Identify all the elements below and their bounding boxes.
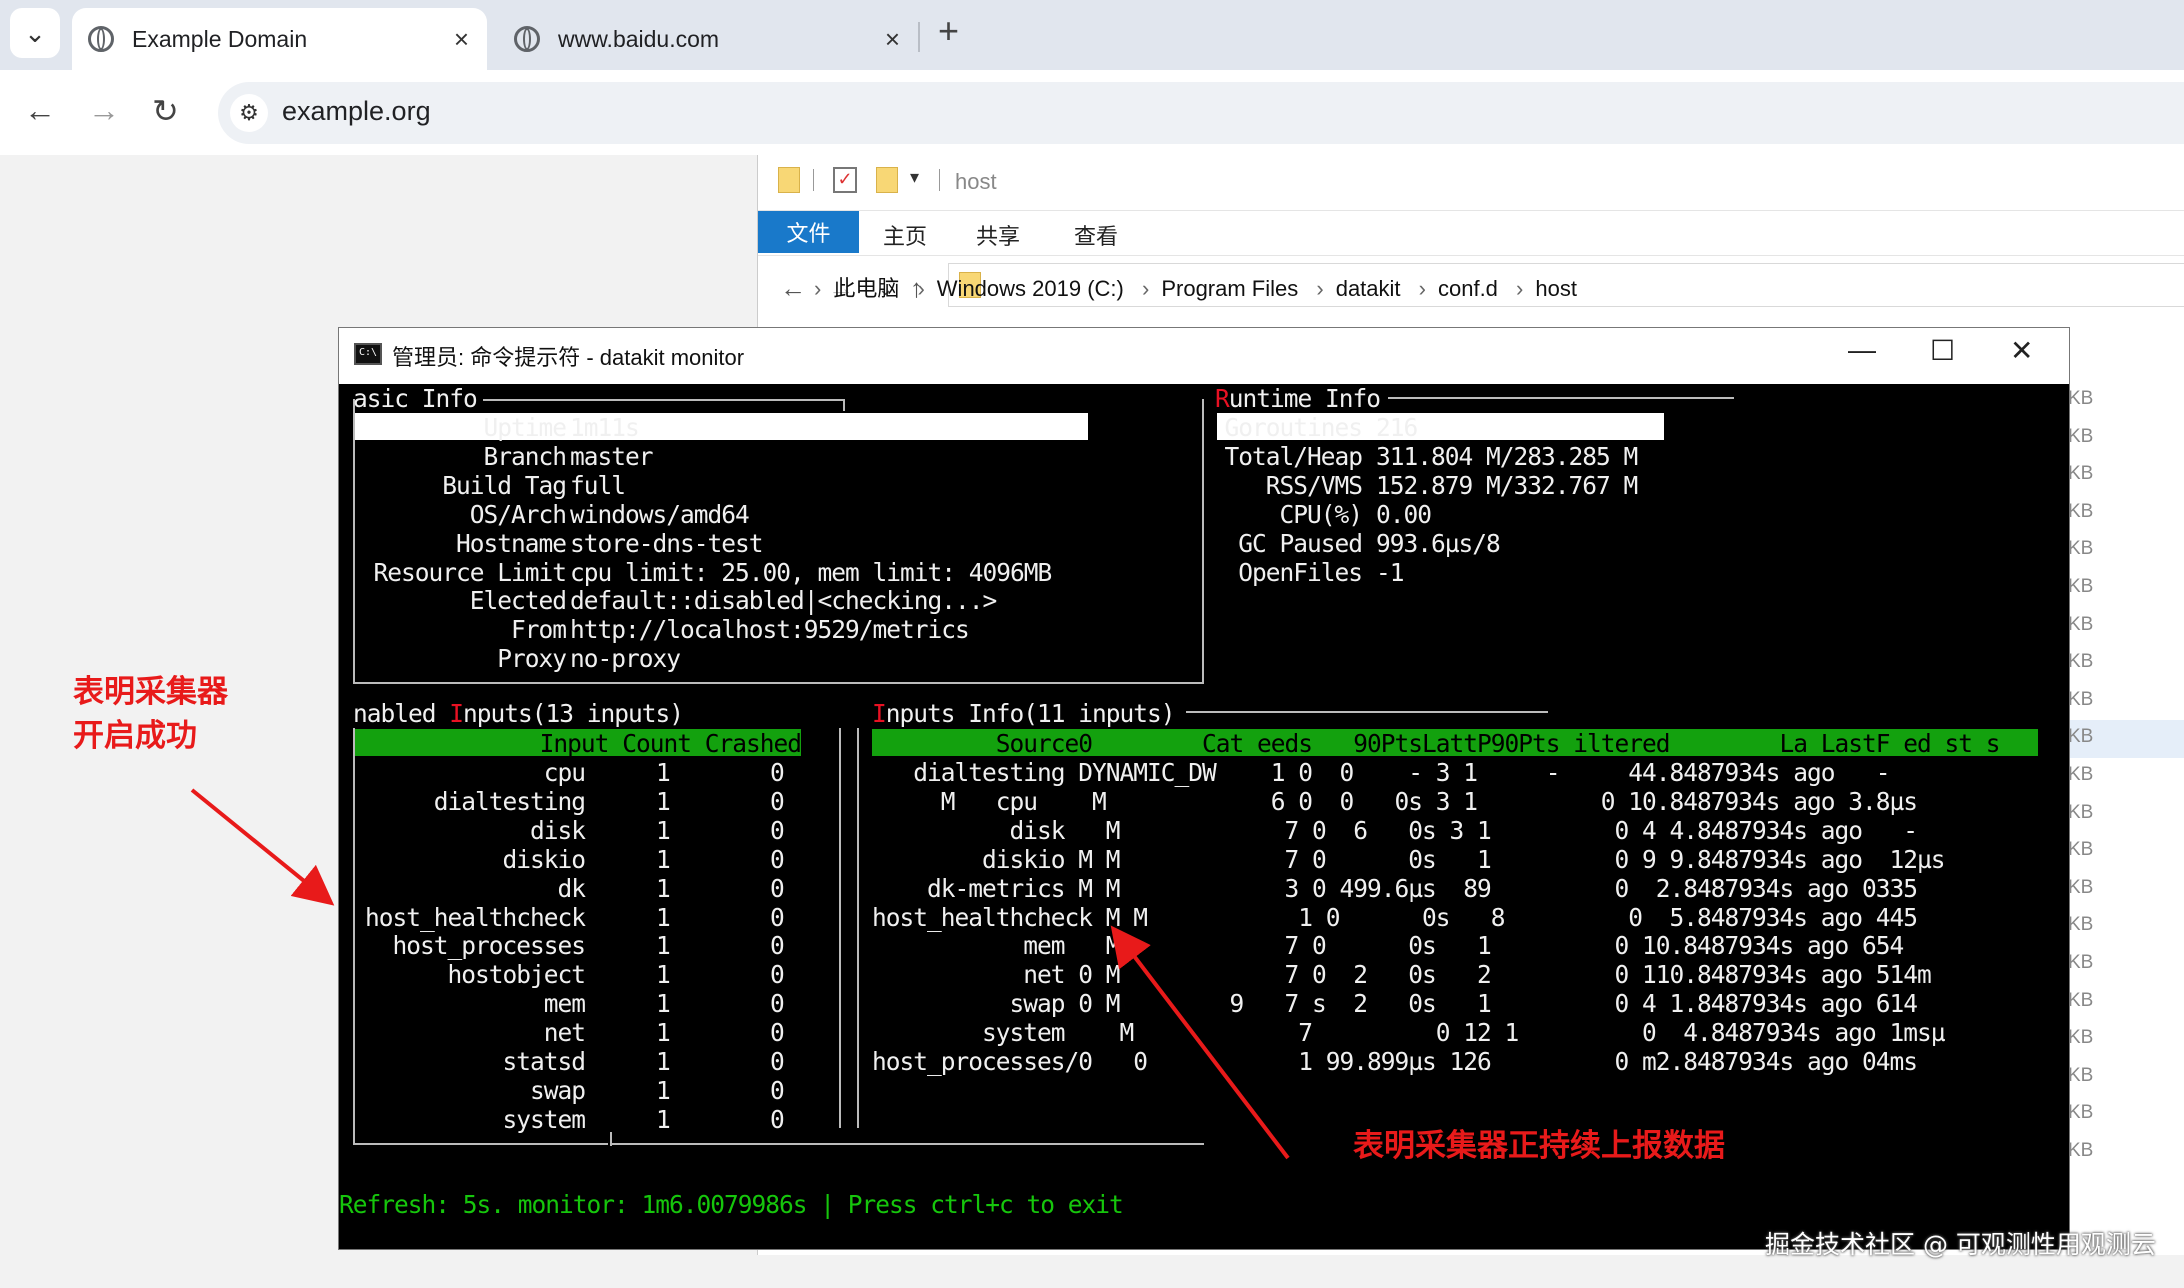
annotation-arrows — [190, 788, 1290, 1160]
watermark: 掘金技术社区 @ 可观测性用观测云 — [1765, 1230, 2156, 1259]
arrow-left — [190, 788, 335, 906]
arrow-right — [1110, 925, 1290, 1160]
